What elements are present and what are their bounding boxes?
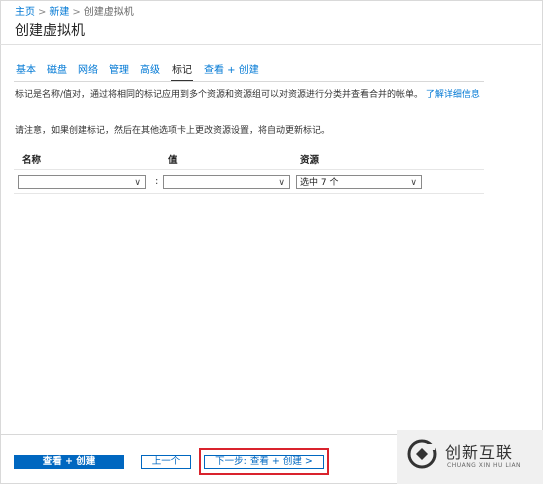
tab-basics[interactable]: 基本 bbox=[16, 64, 36, 82]
watermark-brand: 创新互联 bbox=[445, 443, 514, 462]
breadcrumb-separator: > bbox=[38, 7, 47, 18]
tabs-divider bbox=[14, 81, 484, 82]
breadcrumb-current: 创建虚拟机 bbox=[83, 7, 134, 18]
resource-select[interactable]: 选中 7 个 ∨ bbox=[296, 175, 422, 189]
tab-advanced[interactable]: 高级 bbox=[140, 64, 160, 82]
table-row-divider bbox=[14, 193, 484, 194]
tag-name-combobox[interactable]: ∨ bbox=[18, 175, 146, 189]
column-header-name: 名称 bbox=[22, 155, 42, 166]
breadcrumb-home[interactable]: 主页 bbox=[15, 7, 35, 18]
highlight-box bbox=[199, 448, 329, 475]
name-value-separator: : bbox=[155, 176, 159, 187]
column-header-value: 值 bbox=[168, 155, 178, 166]
breadcrumb-new[interactable]: 新建 bbox=[49, 7, 69, 18]
resource-selected-value: 选中 7 个 bbox=[300, 178, 339, 188]
chevron-down-icon: ∨ bbox=[134, 178, 141, 188]
header-divider bbox=[0, 44, 541, 45]
previous-button[interactable]: 上一个 bbox=[141, 455, 191, 469]
tab-networking[interactable]: 网络 bbox=[78, 64, 98, 82]
learn-more-link[interactable]: 了解详细信息 bbox=[426, 90, 480, 100]
breadcrumb-separator: > bbox=[72, 7, 81, 18]
tab-disks[interactable]: 磁盘 bbox=[47, 64, 67, 82]
description-text: 标记是名称/值对，通过将相同的标记应用到多个资源和资源组可以对资源进行分类并查看… bbox=[15, 90, 424, 100]
tag-value-combobox[interactable]: ∨ bbox=[163, 175, 290, 189]
tab-review-create[interactable]: 查看 + 创建 bbox=[204, 64, 259, 82]
watermark-subtitle: CHUANG XIN HU LIAN bbox=[447, 462, 522, 469]
tab-bar: 基本 磁盘 网络 管理 高级 标记 查看 + 创建 bbox=[16, 64, 270, 82]
chevron-down-icon: ∨ bbox=[278, 178, 285, 188]
breadcrumb: 主页 > 新建 > 创建虚拟机 bbox=[15, 3, 134, 18]
table-row-divider bbox=[14, 169, 484, 170]
page-title: 创建虚拟机 bbox=[15, 23, 85, 39]
tab-management[interactable]: 管理 bbox=[109, 64, 129, 82]
column-header-resource: 资源 bbox=[300, 155, 320, 166]
tab-tags[interactable]: 标记 bbox=[171, 64, 193, 82]
footer-divider bbox=[0, 434, 400, 435]
tags-description: 标记是名称/值对，通过将相同的标记应用到多个资源和资源组可以对资源进行分类并查看… bbox=[15, 89, 485, 102]
tags-note: 请注意，如果创建标记，然后在其他选项卡上更改资源设置，将自动更新标记。 bbox=[15, 126, 331, 136]
chevron-down-icon: ∨ bbox=[410, 178, 417, 188]
brand-logo-icon bbox=[407, 439, 437, 469]
review-create-button[interactable]: 查看 + 创建 bbox=[14, 455, 124, 469]
watermark: 创新互联 CHUANG XIN HU LIAN bbox=[397, 430, 543, 484]
